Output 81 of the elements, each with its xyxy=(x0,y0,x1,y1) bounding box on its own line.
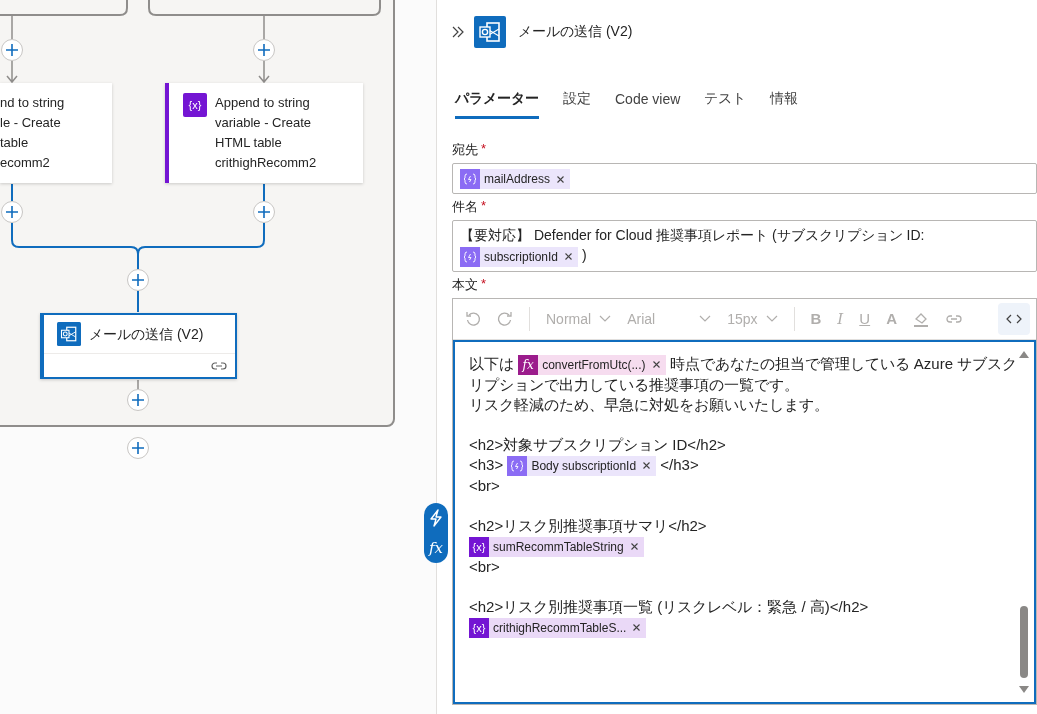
variable-icon: {x} xyxy=(183,93,207,117)
action-title: メールの送信 (V2) xyxy=(89,325,204,344)
connector-line xyxy=(137,379,139,390)
token-chip[interactable]: {x} sumRecommTableString xyxy=(469,536,644,557)
field-label: 宛先 xyxy=(452,141,478,159)
parameter-icon xyxy=(507,455,528,476)
add-step-button[interactable] xyxy=(127,437,149,459)
arrow xyxy=(6,60,18,84)
field-label: 本文 xyxy=(452,275,478,294)
remove-icon[interactable] xyxy=(557,175,565,183)
input-field[interactable]: mailAddress xyxy=(452,163,1037,195)
panel-title: メールの送信 (V2) xyxy=(518,23,633,41)
link-icon xyxy=(211,360,227,372)
token-chip[interactable]: subscriptionId xyxy=(460,246,579,267)
body-text: </h3> xyxy=(659,455,699,473)
body-text: <br> xyxy=(469,557,500,575)
field-label: 件名 xyxy=(452,198,478,217)
body-text: リプションで出力している推奨事項の一覧です。 xyxy=(469,375,799,393)
tab[interactable]: テスト xyxy=(704,86,747,119)
body-text: <h2>リスク別推奨事項サマリ</h2> xyxy=(469,516,707,534)
action-card[interactable]: メールの送信 (V2) xyxy=(40,313,237,379)
chevron-down-icon xyxy=(699,314,712,323)
plus-icon xyxy=(258,206,270,218)
undo-icon[interactable] xyxy=(465,310,481,327)
token-chip[interactable]: mailAddress xyxy=(460,169,571,190)
chevron-down-icon xyxy=(765,314,778,323)
remove-icon[interactable] xyxy=(643,462,651,470)
plus-icon xyxy=(132,274,144,286)
action-card[interactable]: {x} Append to string variable - Create HTML table crithighRecomm2 xyxy=(165,83,363,183)
connector-line xyxy=(137,290,139,313)
expression-button[interactable]: fx xyxy=(429,539,443,557)
redo-icon[interactable] xyxy=(497,310,513,327)
mail-app-icon xyxy=(474,16,506,48)
chevron-down-icon xyxy=(599,314,612,323)
remove-icon[interactable] xyxy=(630,543,638,551)
plus-icon xyxy=(6,44,18,56)
lightning-icon[interactable] xyxy=(429,509,443,527)
tab[interactable]: 設定 xyxy=(563,86,591,119)
remove-icon[interactable] xyxy=(652,361,660,369)
connector-line xyxy=(263,15,265,40)
arrow xyxy=(258,60,270,84)
plus-icon xyxy=(258,44,270,56)
link-icon[interactable] xyxy=(944,312,963,325)
body-editor[interactable] xyxy=(453,339,1036,704)
body-text: 以下は xyxy=(469,354,515,372)
tab[interactable]: Code view xyxy=(615,86,681,119)
token-chip[interactable]: fx convertFromUtc(...) xyxy=(518,354,666,375)
action-title: nd to string le - Create table ecomm2 xyxy=(0,94,65,172)
remove-icon[interactable] xyxy=(565,253,573,261)
body-text: <h3> xyxy=(469,455,505,473)
function-icon: fx xyxy=(518,354,539,375)
token-chip[interactable]: {x} crithighRecommTableS... xyxy=(469,617,647,638)
plus-icon xyxy=(132,442,144,454)
tab[interactable]: 情報 xyxy=(770,86,799,119)
remove-icon[interactable] xyxy=(633,624,641,632)
parameter-icon xyxy=(460,169,480,190)
body-text: <h2>リスク別推奨事項一覧 (リスクレベル：緊急 / 高)</h2> xyxy=(469,597,869,615)
body-text: 時点であなたの担当で管理している Azure サブスク xyxy=(668,354,1018,372)
action-title: Append to string variable - Create HTML table crithighRecomm2 xyxy=(215,94,317,172)
action-card[interactable]: nd to string le - Create table ecomm2 xyxy=(0,83,112,183)
collapse-icon[interactable] xyxy=(452,26,464,38)
token-chip[interactable]: Body subscriptionId xyxy=(507,455,657,476)
parameter-icon xyxy=(460,246,480,267)
variable-icon: {x} xyxy=(469,617,489,638)
body-text: リスク軽減のため、早急に対処をお願いいたします。 xyxy=(469,395,829,413)
scroll-up-icon[interactable] xyxy=(1018,349,1030,358)
code-icon xyxy=(1006,313,1022,324)
tab[interactable]: パラメーター xyxy=(455,86,539,119)
input-field[interactable]: 【要対応】 Defender for Cloud 推奨事項レポート (サブスクリプション ID: subscriptionId ) xyxy=(452,220,1037,272)
body-text: <br> xyxy=(469,476,500,494)
scrollbar-thumb[interactable] xyxy=(1020,605,1028,678)
scroll-down-icon[interactable] xyxy=(1018,685,1030,694)
body-text: <h2>対象サブスクリプション ID</h2> xyxy=(469,435,726,453)
required-mark: * xyxy=(481,275,487,293)
required-mark: * xyxy=(481,141,487,158)
required-mark: * xyxy=(481,198,487,216)
variable-icon: {x} xyxy=(469,536,489,557)
connector-line xyxy=(11,15,13,40)
mail-app-icon xyxy=(57,322,81,346)
plus-icon xyxy=(132,394,144,406)
plus-icon xyxy=(6,206,18,218)
